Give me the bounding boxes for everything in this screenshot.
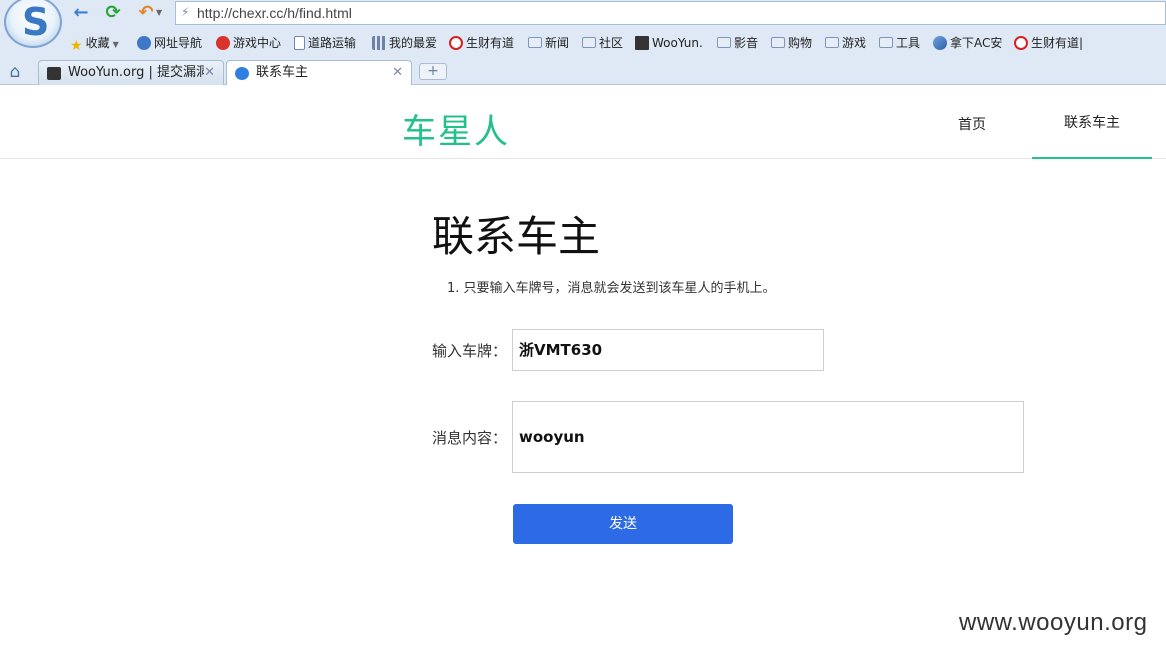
close-icon[interactable]: ✕ (392, 61, 403, 85)
bookmark-label: 购物 (788, 36, 813, 50)
nav-home-link[interactable]: 首页 (958, 114, 986, 134)
address-url[interactable]: http://chexr.cc/h/find.html (197, 5, 352, 21)
chevron-down-icon: ▼ (112, 40, 119, 49)
bookmark-news[interactable]: 新闻 (528, 32, 569, 54)
folder-icon (528, 37, 542, 48)
bookmark-label: 我的最爱 (389, 36, 438, 50)
bookmark-ac[interactable]: 拿下AC安 (933, 32, 1002, 54)
bookmark-label: 游戏中心 (233, 36, 282, 50)
tab-strip: ⌂ WooYun.org | 提交漏洞 ✕ 联系车主 ✕ + (0, 59, 1166, 85)
watermark-text: www.wooyun.org (959, 609, 1148, 636)
undo-dropdown-icon[interactable]: ▼ (156, 8, 162, 17)
bookmark-shengcai-2[interactable]: 生财有道| (1014, 32, 1083, 54)
bookmark-nav[interactable]: 网址导航 (137, 32, 202, 54)
bookmarks-bar: ★ 收藏 ▼ 网址导航 游戏中心 道路运输 我的最爱 生财有道 新闻 社区 WooY… (70, 32, 1166, 54)
bookmark-favorites[interactable]: ★ 收藏 ▼ (70, 32, 119, 54)
address-bar[interactable]: ⚡ http://chexr.cc/h/find.html (175, 1, 1166, 25)
screenshot: ← ⟳ ↶ ▼ ⚡ http://chexr.cc/h/find.html ★收… (0, 0, 1166, 652)
bookmark-game-center[interactable]: 游戏中心 (216, 32, 281, 54)
reload-icon[interactable]: ⟳ (101, 2, 125, 24)
bookmark-shengcai[interactable]: 生财有道 (449, 32, 514, 54)
message-textarea[interactable]: wooyun (512, 401, 1024, 473)
ac-icon (933, 36, 947, 50)
plate-label: 输入车牌： (432, 342, 508, 360)
site-header: 车星人 首页 联系车主 (0, 86, 1166, 159)
folder-icon (771, 37, 785, 48)
game-icon (216, 36, 230, 50)
bookmark-label: 拿下AC安 (950, 36, 1003, 50)
bookmark-road-transport[interactable]: 道路运输 (294, 32, 356, 54)
bookmark-label: 收藏 (85, 36, 110, 50)
wooyun-icon (635, 36, 649, 50)
bookmark-tools[interactable]: 工具 (879, 32, 920, 54)
page-title: 联系车主 (432, 212, 601, 261)
bookmark-label: 影音 (734, 36, 759, 50)
message-label: 消息内容： (432, 429, 508, 447)
back-icon[interactable]: ← (69, 2, 93, 24)
bookmark-label: 网址导航 (154, 36, 203, 50)
close-icon[interactable]: ✕ (204, 61, 215, 85)
no-sign-icon (449, 36, 463, 50)
page-icon (294, 36, 305, 50)
folder-icon (582, 37, 596, 48)
site-brand[interactable]: 车星人 (402, 104, 510, 153)
lightning-icon: ⚡ (181, 5, 190, 19)
folder-icon (879, 37, 893, 48)
bookmark-label: 工具 (896, 36, 921, 50)
bookmark-my-favorites[interactable]: 我的最爱 (372, 32, 437, 54)
no-sign-icon (1014, 36, 1028, 50)
bookmark-label: 生财有道| (1031, 36, 1084, 50)
home-icon[interactable]: ⌂ (6, 63, 24, 81)
swirl-icon (137, 36, 151, 50)
bookmark-games[interactable]: 游戏 (825, 32, 866, 54)
bookmark-label: 新闻 (545, 36, 570, 50)
site-favicon-icon (235, 67, 249, 80)
plate-input[interactable]: 浙VMT630 (512, 329, 824, 371)
bookmark-wooyun[interactable]: WooYun. (635, 32, 703, 54)
bookmark-label: 道路运输 (308, 36, 357, 50)
folder-icon (717, 37, 731, 48)
undo-icon[interactable]: ↶ (134, 2, 158, 24)
browser-chrome: ← ⟳ ↶ ▼ ⚡ http://chexr.cc/h/find.html ★收… (0, 0, 1166, 85)
grid-icon (372, 36, 386, 50)
nav-contact-link[interactable]: 联系车主 (1032, 86, 1152, 159)
instruction-text: 1. 只要输入车牌号，消息就会发送到该车星人的手机上。 (447, 281, 776, 296)
bookmark-label: 社区 (599, 36, 624, 50)
bookmark-label: WooYun. (652, 36, 703, 50)
tab-contact-owner[interactable]: 联系车主 ✕ (226, 60, 412, 85)
tab-title: WooYun.org | 提交漏洞 (68, 65, 204, 80)
bookmark-media[interactable]: 影音 (717, 32, 758, 54)
new-tab-button[interactable]: + (419, 63, 447, 80)
folder-icon (825, 37, 839, 48)
send-button[interactable]: 发送 (513, 504, 733, 544)
tab-wooyun[interactable]: WooYun.org | 提交漏洞 ✕ (38, 60, 224, 85)
browser-logo-icon[interactable] (4, 0, 62, 48)
tab-title: 联系车主 (256, 65, 309, 80)
bookmark-shopping[interactable]: 购物 (771, 32, 812, 54)
bookmark-label: 游戏 (842, 36, 867, 50)
bookmark-label: 生财有道 (466, 36, 515, 50)
wooyun-favicon-icon (47, 67, 61, 80)
bookmark-community[interactable]: 社区 (582, 32, 623, 54)
star-icon: ★ (70, 38, 83, 54)
